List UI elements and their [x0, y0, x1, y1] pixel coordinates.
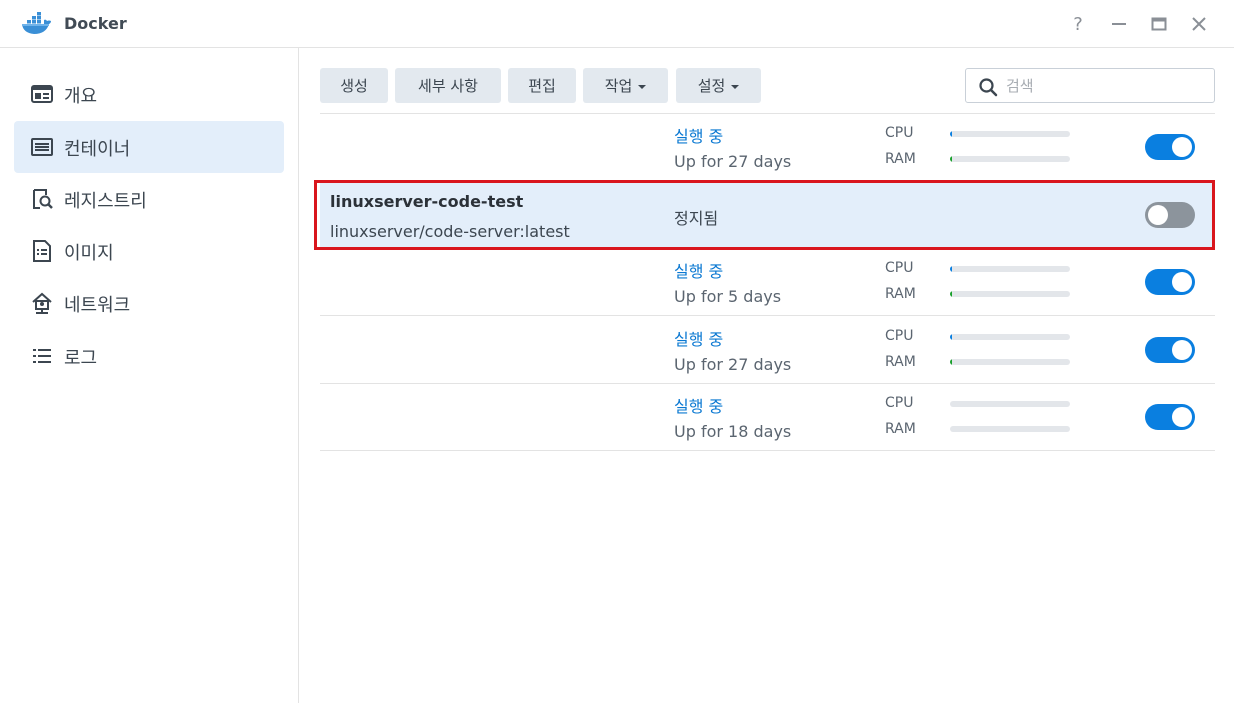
search-box[interactable] — [965, 68, 1215, 103]
uptime-text: Up for 18 days — [674, 422, 792, 441]
sidebar-item-label: 컨테이너 — [64, 139, 131, 160]
search-input[interactable] — [1006, 74, 1206, 98]
sidebar-item-network[interactable]: 네트워크 — [14, 277, 284, 329]
status-text: 실행 중 — [674, 127, 724, 146]
search-icon — [979, 78, 998, 97]
action-dropdown-button[interactable]: 작업 — [583, 68, 668, 103]
create-button[interactable]: 생성 — [320, 68, 388, 103]
ram-usage-fill — [950, 291, 953, 297]
table-row[interactable]: linuxserver-code-test linuxserver/code-se… — [320, 182, 1215, 249]
ram-usage-bar — [950, 359, 1070, 365]
cpu-usage-fill — [950, 334, 952, 340]
sidebar-item-label: 레지스트리 — [64, 191, 147, 212]
cpu-usage-bar — [950, 334, 1070, 340]
settings-button-label: 설정 — [697, 77, 726, 95]
sidebar-item-container[interactable]: 컨테이너 — [14, 121, 284, 173]
sidebar-item-registry[interactable]: 레지스트리 — [14, 173, 284, 225]
ram-label: RAM — [885, 151, 916, 167]
container-image: linuxserver/code-server:latest — [330, 222, 570, 241]
sidebar-item-label: 개요 — [64, 86, 98, 107]
caret-down-icon — [731, 84, 740, 89]
toggle-knob — [1172, 272, 1192, 292]
toggle-knob — [1172, 407, 1192, 427]
ram-label: RAM — [885, 286, 916, 302]
registry-search-icon — [33, 189, 53, 209]
table-row[interactable]: 실행 중 Up for 18 days CPU RAM — [320, 384, 1215, 451]
toggle-knob — [1172, 137, 1192, 157]
uptime-text: Up for 27 days — [674, 355, 792, 374]
sidebar-item-log[interactable]: 로그 — [14, 330, 284, 382]
table-row[interactable]: 실행 중 Up for 27 days CPU RAM — [320, 114, 1215, 181]
ram-label: RAM — [885, 421, 916, 437]
image-file-icon — [33, 240, 51, 262]
help-icon[interactable]: ? — [1066, 12, 1090, 36]
cpu-usage-bar — [950, 401, 1070, 407]
cpu-usage-bar — [950, 131, 1070, 137]
cpu-usage-bar — [950, 266, 1070, 272]
caret-down-icon — [638, 84, 647, 89]
ram-label: RAM — [885, 354, 916, 370]
title-bar: Docker ? — [0, 0, 1234, 48]
container-power-toggle[interactable] — [1145, 337, 1195, 363]
cpu-label: CPU — [885, 395, 914, 411]
cpu-usage-fill — [950, 266, 952, 272]
container-power-toggle[interactable] — [1145, 202, 1195, 228]
table-row[interactable]: 실행 중 Up for 27 days CPU RAM — [320, 317, 1215, 384]
sidebar-item-label: 네트워크 — [64, 295, 131, 316]
details-button-label: 세부 사항 — [418, 77, 478, 95]
status-text: 실행 중 — [674, 397, 724, 416]
container-name: linuxserver-code-test — [330, 192, 524, 211]
table-row[interactable]: 실행 중 Up for 5 days CPU RAM — [320, 249, 1215, 316]
network-icon — [32, 292, 52, 314]
create-button-label: 생성 — [340, 77, 368, 95]
ram-usage-bar — [950, 156, 1070, 162]
sidebar: 개요 컨테이너 레지스트리 이미지 네트워크 로그 — [0, 48, 299, 703]
details-button[interactable]: 세부 사항 — [395, 68, 501, 103]
toggle-knob — [1148, 205, 1168, 225]
container-power-toggle[interactable] — [1145, 134, 1195, 160]
cpu-label: CPU — [885, 260, 914, 276]
cpu-label: CPU — [885, 328, 914, 344]
sidebar-item-label: 로그 — [64, 348, 98, 369]
minimize-icon[interactable] — [1107, 12, 1131, 36]
sidebar-item-image[interactable]: 이미지 — [14, 225, 284, 277]
edit-button-label: 편집 — [528, 77, 556, 95]
log-list-icon — [33, 349, 51, 363]
maximize-icon[interactable] — [1147, 12, 1171, 36]
overview-icon — [31, 85, 53, 103]
settings-dropdown-button[interactable]: 설정 — [676, 68, 761, 103]
ram-usage-bar — [950, 291, 1070, 297]
docker-icon — [22, 12, 51, 34]
uptime-text: Up for 27 days — [674, 152, 792, 171]
cpu-label: CPU — [885, 125, 914, 141]
container-power-toggle[interactable] — [1145, 269, 1195, 295]
ram-usage-bar — [950, 426, 1070, 432]
container-list-icon — [31, 138, 53, 156]
container-power-toggle[interactable] — [1145, 404, 1195, 430]
action-button-label: 작업 — [604, 77, 633, 95]
app-title: Docker — [64, 14, 127, 33]
status-text: 실행 중 — [674, 330, 724, 349]
cpu-usage-fill — [950, 131, 952, 137]
uptime-text: Up for 5 days — [674, 287, 782, 306]
ram-usage-fill — [950, 359, 953, 365]
edit-button[interactable]: 편집 — [508, 68, 576, 103]
sidebar-item-overview[interactable]: 개요 — [14, 68, 284, 120]
toggle-knob — [1172, 340, 1192, 360]
status-text: 정지됨 — [674, 209, 719, 228]
status-text: 실행 중 — [674, 262, 724, 281]
close-icon[interactable] — [1187, 12, 1211, 36]
ram-usage-fill — [950, 156, 953, 162]
sidebar-item-label: 이미지 — [64, 243, 114, 264]
